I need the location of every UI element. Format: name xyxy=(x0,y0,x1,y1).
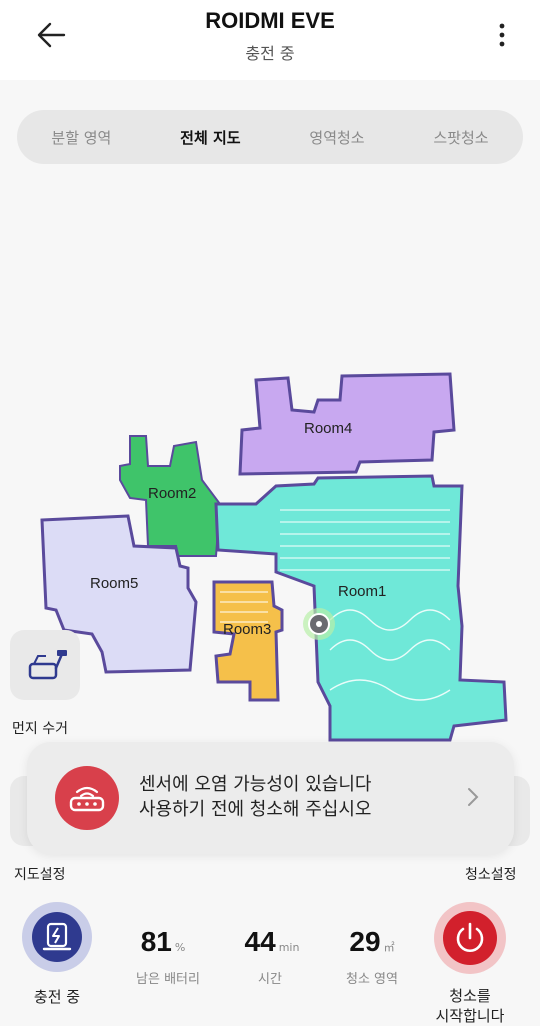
power-icon xyxy=(443,911,497,965)
area-value: 29 xyxy=(349,926,381,957)
area-stat: 29 ㎡ xyxy=(332,926,412,958)
room1-label: Room1 xyxy=(338,583,386,600)
battery-stat: 81% xyxy=(128,926,198,958)
device-title: ROIDMI EVE xyxy=(205,8,335,33)
toast-message: 센서에 오염 가능성이 있습니다 사용하기 전에 청소해 주십시오 xyxy=(139,772,371,822)
chevron-right-icon xyxy=(468,788,479,806)
time-stat: 44 min xyxy=(232,926,312,958)
time-label: 시간 xyxy=(258,972,282,987)
map-settings-label: 지도설정 xyxy=(14,867,66,883)
dustpan-icon xyxy=(28,650,67,680)
more-vertical-icon xyxy=(499,23,505,47)
start-clean-label-line2: 시작합니다 xyxy=(435,1007,505,1025)
charging-dock-icon xyxy=(32,912,82,962)
room4-label: Room4 xyxy=(304,420,352,437)
room3-area[interactable] xyxy=(212,580,284,702)
time-value: 44 xyxy=(244,926,276,957)
tab-full-map[interactable]: 전체 지도 xyxy=(170,121,250,154)
battery-unit: % xyxy=(174,941,186,954)
map-mode-tabs: 분할 영역 전체 지도 영역청소 스팟청소 xyxy=(17,110,523,164)
toast-message-line2: 사용하기 전에 청소해 주십시오 xyxy=(139,799,372,820)
floor-map[interactable]: Room4 Room2 Room5 Room1 Room3 xyxy=(30,370,510,742)
area-unit: ㎡ xyxy=(383,941,395,954)
charge-button[interactable] xyxy=(22,902,92,972)
dust-collect-button[interactable] xyxy=(10,630,80,700)
battery-value: 81 xyxy=(140,926,172,957)
time-unit: min xyxy=(278,941,300,954)
tab-zone-split[interactable]: 분할 영역 xyxy=(41,121,121,154)
bottom-control-bar: 충전 중 81% 남은 배터리 44 min 시간 29 ㎡ 청소 영역 청소를 시… xyxy=(0,888,540,1026)
start-clean-label: 청소를 시작합니다 xyxy=(420,986,520,1026)
robot-position-marker xyxy=(303,608,335,640)
sensor-icon xyxy=(55,766,119,830)
area-label: 청소 영역 xyxy=(346,972,398,987)
clean-settings-label: 청소설정 xyxy=(465,867,517,883)
dust-collect-label: 먼지 수거 xyxy=(12,721,68,737)
room3-label: Room3 xyxy=(223,621,271,638)
start-clean-button[interactable] xyxy=(434,902,506,974)
toast-message-line1: 센서에 오염 가능성이 있습니다 xyxy=(139,774,372,795)
device-status: 충전 중 xyxy=(245,44,295,63)
charge-label: 충전 중 xyxy=(33,988,81,1006)
app-header: ROIDMI EVE 충전 중 xyxy=(0,0,540,80)
tab-area-clean[interactable]: 영역청소 xyxy=(299,121,374,154)
more-menu-button[interactable] xyxy=(492,20,512,50)
room2-label: Room2 xyxy=(148,485,196,502)
room5-label: Room5 xyxy=(90,575,138,592)
sensor-warning-toast[interactable]: 센서에 오염 가능성이 있습니다 사용하기 전에 청소해 주십시오 xyxy=(27,742,514,854)
tab-spot-clean[interactable]: 스팟청소 xyxy=(423,121,498,154)
battery-label: 남은 배터리 xyxy=(136,972,200,987)
start-clean-label-line1: 청소를 xyxy=(449,987,491,1005)
